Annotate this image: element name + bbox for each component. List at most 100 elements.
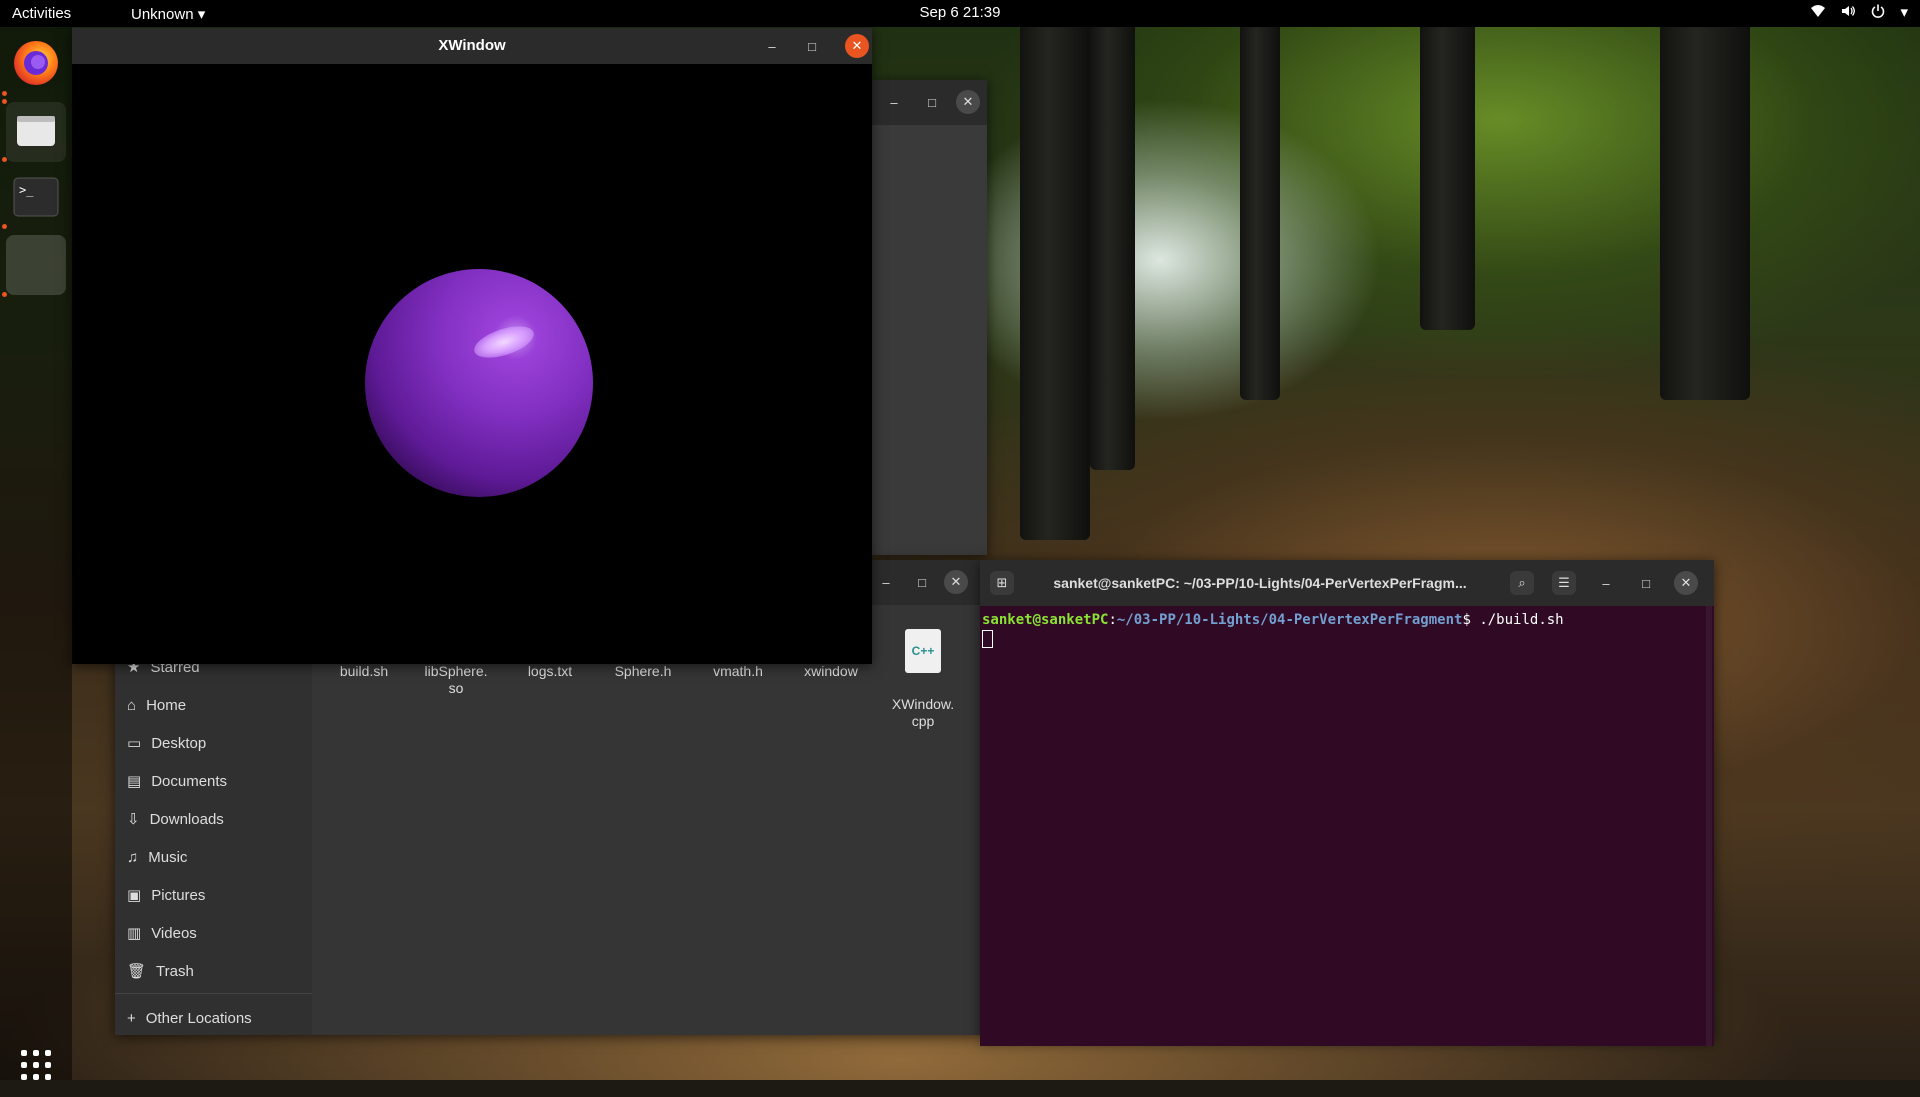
- chevron-down-icon: ▾: [1900, 4, 1908, 21]
- sidebar-item-videos[interactable]: ▥ Videos: [127, 918, 197, 948]
- terminal-body[interactable]: sanket@sanketPC:~/03-PP/10-Lights/04-Per…: [980, 606, 1714, 1046]
- file-item[interactable]: logs.txt: [505, 663, 595, 680]
- sidebar-item-music[interactable]: ♫ Music: [127, 842, 187, 872]
- file-item[interactable]: Sphere.h: [598, 663, 688, 680]
- wallpaper-tree-trunk: [1240, 0, 1280, 400]
- file-item[interactable]: C++ XWindow. cpp: [878, 612, 968, 730]
- sidebar-item-label: Trash: [156, 962, 194, 980]
- firefox-icon: [11, 36, 61, 91]
- close-button[interactable]: ✕: [944, 570, 968, 594]
- background-window[interactable]: – □ ✕: [872, 80, 987, 555]
- dock-files[interactable]: [6, 102, 66, 162]
- prompt-dollar: $: [1462, 612, 1471, 628]
- top-bar: Activities Unknown ▾ Sep 6 21:39 ▾: [0, 0, 1920, 27]
- terminal-cursor: [982, 630, 993, 648]
- files-header: – □ ✕: [872, 560, 980, 605]
- desktop-icon: ▭: [127, 735, 142, 752]
- sidebar-item-label: Desktop: [151, 734, 207, 752]
- clock[interactable]: Sep 6 21:39: [920, 4, 1001, 21]
- sidebar-item-trash[interactable]: 🗑 Trash: [127, 956, 194, 986]
- terminal-line: sanket@sanketPC:~/03-PP/10-Lights/04-Per…: [982, 612, 1564, 628]
- videos-icon: ▥: [127, 925, 142, 942]
- sidebar-item-label: Pictures: [151, 886, 206, 904]
- terminal-header[interactable]: ⊞ sanket@sanketPC: ~/03-PP/10-Lights/04-…: [980, 560, 1714, 606]
- home-icon: ⌂: [127, 696, 137, 714]
- show-apps-button[interactable]: [6, 1037, 66, 1097]
- dock-xwindow[interactable]: [6, 235, 66, 295]
- sidebar-divider: [115, 993, 312, 994]
- minimize-button[interactable]: –: [760, 34, 784, 58]
- sidebar-item-desktop[interactable]: ▭ Desktop: [127, 728, 206, 758]
- volume-icon: [1840, 3, 1856, 23]
- file-item[interactable]: libSphere. so: [411, 663, 501, 697]
- sidebar-item-label: Downloads: [149, 810, 224, 828]
- trash-icon: 🗑: [127, 963, 147, 980]
- window-title: XWindow: [438, 37, 506, 54]
- wallpaper-tree-trunk: [1090, 0, 1135, 470]
- terminal-scrollbar[interactable]: [1706, 606, 1712, 1046]
- xwindow-titlebar[interactable]: XWindow: [72, 28, 872, 64]
- file-name: vmath.h: [713, 663, 763, 679]
- search-button[interactable]: ⌕: [1510, 571, 1534, 595]
- app-menu[interactable]: Unknown ▾: [131, 5, 205, 23]
- minimize-button[interactable]: –: [1594, 571, 1618, 595]
- maximize-button[interactable]: □: [920, 90, 944, 114]
- wallpaper-tree-trunk: [1660, 0, 1750, 400]
- sidebar-item-documents[interactable]: ▤ Documents: [127, 766, 227, 796]
- minimize-button[interactable]: –: [882, 90, 906, 114]
- specular-highlight: [470, 320, 538, 364]
- xwindow: XWindow ✕ □ –: [72, 28, 872, 664]
- cpp-file-icon: C++: [905, 629, 941, 673]
- svg-text:>_: >_: [19, 183, 34, 197]
- file-item[interactable]: build.sh: [319, 663, 409, 680]
- sidebar-item-downloads[interactable]: ⇩ Downloads: [127, 804, 224, 834]
- sidebar-item-pictures[interactable]: ▣ Pictures: [127, 880, 205, 910]
- render-canvas[interactable]: [72, 64, 872, 664]
- terminal-window: ⊞ sanket@sanketPC: ~/03-PP/10-Lights/04-…: [980, 560, 1714, 1046]
- dock-terminal[interactable]: >_: [6, 169, 66, 229]
- file-item[interactable]: xwindow: [786, 663, 876, 680]
- file-name: logs.txt: [527, 663, 573, 679]
- hamburger-icon: ☰: [1558, 575, 1570, 590]
- close-button[interactable]: ✕: [1674, 571, 1698, 595]
- sidebar-item-label: Home: [146, 696, 187, 714]
- plus-icon: +: [127, 1009, 136, 1027]
- prompt-separator: :: [1108, 612, 1117, 628]
- chevron-down-icon: ▾: [197, 6, 206, 23]
- file-name: XWindow. cpp: [891, 696, 955, 729]
- maximize-button[interactable]: □: [1634, 571, 1658, 595]
- maximize-button[interactable]: □: [910, 570, 934, 594]
- prompt-path: ~/03-PP/10-Lights/04-PerVertexPerFragmen…: [1116, 612, 1463, 628]
- sidebar-item-label: Music: [148, 848, 188, 866]
- file-name: libSphere. so: [424, 663, 488, 696]
- file-item[interactable]: vmath.h: [693, 663, 783, 680]
- file-badge: C++: [911, 644, 935, 658]
- sidebar-item-home[interactable]: ⌂ Home: [127, 690, 186, 720]
- sidebar-item-label: Documents: [151, 772, 228, 790]
- sidebar-item-label: Other Locations: [145, 1009, 252, 1027]
- terminal-icon: >_: [13, 177, 59, 222]
- app-menu-label: Unknown: [131, 6, 194, 23]
- wifi-icon: [1810, 3, 1826, 23]
- menu-button[interactable]: ☰: [1552, 571, 1576, 595]
- close-button[interactable]: ✕: [845, 34, 869, 58]
- grid-icon: [19, 1048, 53, 1087]
- new-tab-button[interactable]: ⊞: [990, 571, 1014, 595]
- document-icon: ▤: [127, 773, 142, 790]
- file-name: build.sh: [339, 663, 389, 679]
- file-name: xwindow: [804, 663, 858, 679]
- window-title: sanket@sanketPC: ~/03-PP/10-Lights/04-Pe…: [1053, 575, 1467, 591]
- close-button[interactable]: ✕: [956, 90, 980, 114]
- lit-sphere: [365, 269, 593, 497]
- maximize-button[interactable]: □: [800, 34, 824, 58]
- search-icon: ⌕: [1518, 575, 1526, 590]
- prompt-user: sanket@sanketPC: [982, 612, 1109, 628]
- sidebar-item-other-locations[interactable]: + Other Locations: [127, 1003, 252, 1033]
- minimize-button[interactable]: –: [874, 570, 898, 594]
- folder-icon: [14, 108, 58, 157]
- pictures-icon: ▣: [127, 887, 142, 904]
- system-tray[interactable]: ▾: [1810, 3, 1908, 23]
- dock: >_: [0, 27, 72, 1080]
- dock-firefox[interactable]: [6, 33, 66, 93]
- activities-button[interactable]: Activities: [12, 5, 71, 22]
